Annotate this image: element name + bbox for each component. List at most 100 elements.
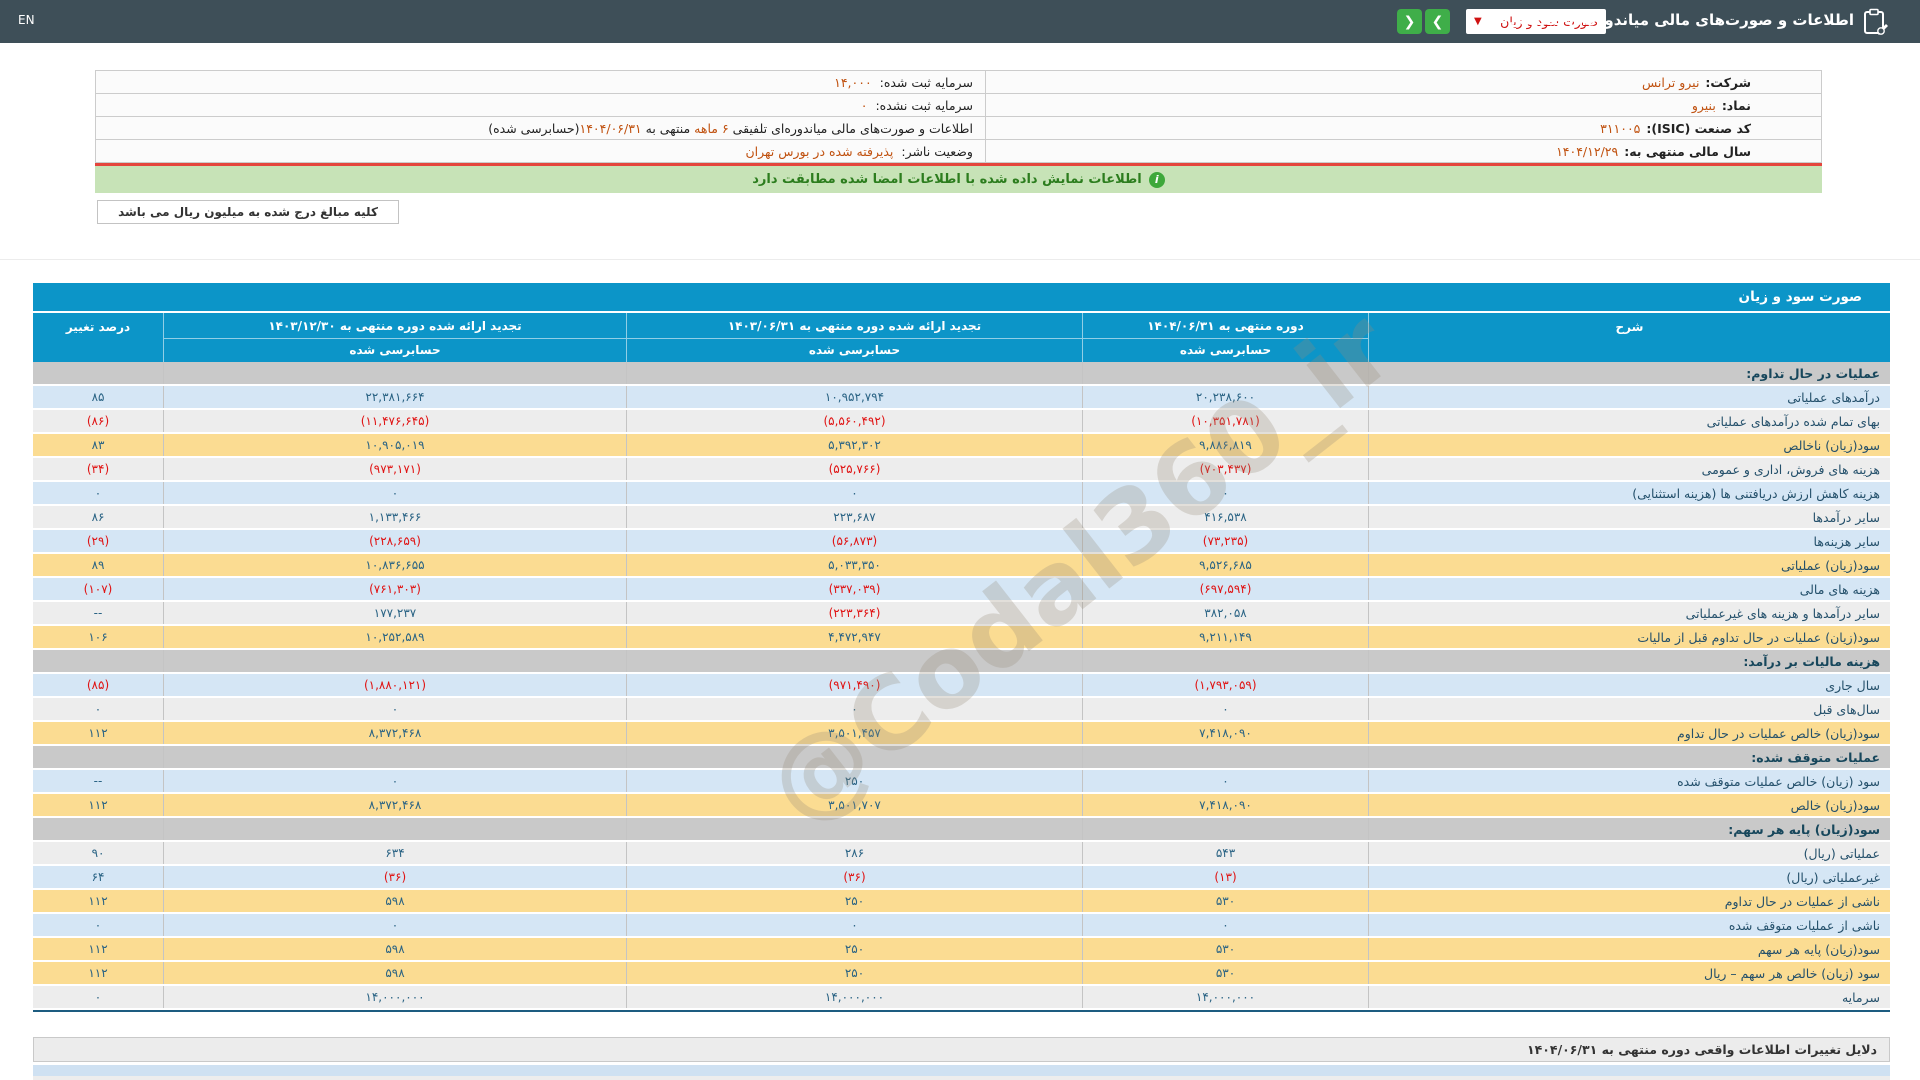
value-change-percent: ۱۱۲ bbox=[33, 890, 163, 912]
value-change-percent: ۰ bbox=[33, 698, 163, 720]
value-restated-fy: ۵۹۸ bbox=[163, 890, 626, 912]
info-value: پذیرفته شده در بورس تهران bbox=[745, 144, 893, 159]
col-header-description: شرح bbox=[1368, 313, 1890, 362]
value-restated-fy bbox=[163, 650, 626, 672]
value-restated-fy: ۱۴,۰۰۰,۰۰۰ bbox=[163, 986, 626, 1008]
row-label: هزینه کاهش ارزش دریافتنی ها (هزینه استثن… bbox=[1368, 482, 1890, 504]
value-current-period: ۷,۴۱۸,۰۹۰ bbox=[1082, 722, 1368, 744]
info-value: ۳۱۱۰۰۵ bbox=[1600, 121, 1640, 136]
value-change-percent bbox=[33, 746, 163, 768]
info-label: کد صنعت (ISIC): bbox=[1646, 121, 1751, 136]
value-restated-h1: (۵۶,۸۷۳) bbox=[626, 530, 1082, 552]
value-current-period: ۹,۸۸۶,۸۱۹ bbox=[1082, 434, 1368, 456]
company-info-cell-right: شرکت:نیرو ترانس bbox=[985, 71, 1821, 93]
company-info-row: کد صنعت (ISIC):۳۱۱۰۰۵اطلاعات و صورت‌های … bbox=[96, 117, 1821, 140]
table-row: سود(زیان) عملیاتی ۹,۵۲۶,۶۸۵ ۵,۰۳۳,۳۵۰ ۱۰… bbox=[33, 554, 1890, 578]
info-label: وضعیت ناشر: bbox=[893, 144, 973, 159]
company-info-cell-right: سال مالی منتهی به:۱۴۰۴/۱۲/۲۹ bbox=[985, 140, 1821, 162]
value-current-period: ۵۴۳ bbox=[1082, 842, 1368, 864]
value-current-period: (۱,۷۹۳,۰۵۹) bbox=[1082, 674, 1368, 696]
col-header-audited-1: حسابرسی شده bbox=[627, 339, 1082, 361]
value-change-percent: ۶۴ bbox=[33, 866, 163, 888]
nav-back-button[interactable]: ❮ bbox=[1397, 9, 1422, 34]
info-value: نیرو ترانس bbox=[1642, 75, 1699, 90]
income-statement-table: صورت سود و زیان شرح دوره منتهی به ۱۴۰۴/۰… bbox=[33, 283, 1890, 1012]
company-info-cell-left: سرمایه ثبت شده: ۱۴,۰۰۰ bbox=[96, 71, 985, 93]
row-label: عملیات در حال تداوم: bbox=[1368, 362, 1890, 384]
table-row: ناشی از عملیات در حال تداوم ۵۳۰ ۲۵۰ ۵۹۸ … bbox=[33, 890, 1890, 914]
info-label: منتهی به bbox=[642, 121, 695, 136]
value-restated-fy: ۱۰,۸۳۶,۶۵۵ bbox=[163, 554, 626, 576]
row-label: بهای تمام شده درآمدهای عملیاتی bbox=[1368, 410, 1890, 432]
chevron-left-icon: ❮ bbox=[1404, 14, 1416, 30]
value-restated-h1: (۵۲۵,۷۶۶) bbox=[626, 458, 1082, 480]
col-header-restated-h1-label: تجدید ارائه شده دوره منتهی به ۱۴۰۳/۰۶/۳۱ bbox=[627, 313, 1082, 339]
value-restated-fy: (۳۶) bbox=[163, 866, 626, 888]
value-current-period: ۲۰,۲۳۸,۶۰۰ bbox=[1082, 386, 1368, 408]
value-current-period: ۹,۵۲۶,۶۸۵ bbox=[1082, 554, 1368, 576]
value-change-percent bbox=[33, 650, 163, 672]
info-label: سرمایه ثبت نشده: bbox=[868, 98, 973, 113]
value-restated-fy: (۱۱,۴۷۶,۶۴۵) bbox=[163, 410, 626, 432]
value-current-period: ۷,۴۱۸,۰۹۰ bbox=[1082, 794, 1368, 816]
changes-reason-section-bar: دلایل تغییرات اطلاعات واقعی دوره منتهی ب… bbox=[33, 1037, 1890, 1062]
chevron-right-icon: ❯ bbox=[1432, 14, 1444, 30]
table-row: هزینه های فروش، اداری و عمومی (۷۰۳,۴۳۷) … bbox=[33, 458, 1890, 482]
table-row: سود(زیان) پایه هر سهم: bbox=[33, 818, 1890, 842]
value-restated-fy: (۷۶۱,۳۰۳) bbox=[163, 578, 626, 600]
table-row: هزینه مالیات بر درآمد: bbox=[33, 650, 1890, 674]
row-label: سود(زیان) خالص عملیات در حال تداوم bbox=[1368, 722, 1890, 744]
row-label: هزینه های مالی bbox=[1368, 578, 1890, 600]
value-change-percent: ۱۰۶ bbox=[33, 626, 163, 648]
company-info-row: شرکت:نیرو ترانسسرمایه ثبت شده: ۱۴,۰۰۰ bbox=[96, 71, 1821, 94]
footer-partial-row-blue bbox=[33, 1063, 1890, 1076]
row-label: هزینه های فروش، اداری و عمومی bbox=[1368, 458, 1890, 480]
row-label: هزینه مالیات بر درآمد: bbox=[1368, 650, 1890, 672]
table-row: سایر درآمدها ۴۱۶,۵۳۸ ۲۲۳,۶۸۷ ۱,۱۳۳,۴۶۶ ۸… bbox=[33, 506, 1890, 530]
value-restated-fy: (۲۲۸,۶۵۹) bbox=[163, 530, 626, 552]
value-change-percent: ۱۱۲ bbox=[33, 722, 163, 744]
table-row: عملیات متوقف شده: bbox=[33, 746, 1890, 770]
info-value: ۶ ماهه bbox=[694, 121, 729, 136]
company-info-cell-left: وضعیت ناشر: پذیرفته شده در بورس تهران bbox=[96, 140, 985, 162]
page-title: اطلاعات و صورت‌های مالی میاندوره‌ای تلفی… bbox=[1518, 11, 1854, 29]
value-restated-h1: (۲۲۳,۳۶۴) bbox=[626, 602, 1082, 624]
value-current-period: (۶۹۷,۵۹۴) bbox=[1082, 578, 1368, 600]
value-restated-fy: ۵۹۸ bbox=[163, 962, 626, 984]
info-label: سال مالی منتهی به: bbox=[1624, 144, 1751, 159]
value-restated-h1: ۲۸۶ bbox=[626, 842, 1082, 864]
value-restated-fy: (۱,۸۸۰,۱۲۱) bbox=[163, 674, 626, 696]
statement-header-row: شرح دوره منتهی به ۱۴۰۴/۰۶/۳۱ حسابرسی شده… bbox=[33, 313, 1890, 362]
value-restated-h1: (۳۳۷,۰۳۹) bbox=[626, 578, 1082, 600]
value-restated-h1: ۳,۵۰۱,۴۵۷ bbox=[626, 722, 1082, 744]
language-toggle[interactable]: EN bbox=[18, 13, 35, 27]
value-restated-fy: ۱۷۷,۲۳۷ bbox=[163, 602, 626, 624]
company-info-row: نماد:بنیروسرمایه ثبت نشده: ۰ bbox=[96, 94, 1821, 117]
value-restated-fy: ۰ bbox=[163, 770, 626, 792]
table-row: سود(زیان) ناخالص ۹,۸۸۶,۸۱۹ ۵,۳۹۲,۳۰۲ ۱۰,… bbox=[33, 434, 1890, 458]
col-header-audited-2: حسابرسی شده bbox=[164, 339, 626, 361]
table-row: هزینه کاهش ارزش دریافتنی ها (هزینه استثن… bbox=[33, 482, 1890, 506]
value-change-percent bbox=[33, 362, 163, 384]
value-restated-fy: ۰ bbox=[163, 482, 626, 504]
table-row: بهای تمام شده درآمدهای عملیاتی (۱۰,۳۵۱,۷… bbox=[33, 410, 1890, 434]
table-row: سود(زیان) پایه هر سهم ۵۳۰ ۲۵۰ ۵۹۸ ۱۱۲ bbox=[33, 938, 1890, 962]
value-restated-fy: (۹۷۳,۱۷۱) bbox=[163, 458, 626, 480]
value-current-period bbox=[1082, 650, 1368, 672]
nav-forward-button[interactable]: ❯ bbox=[1425, 9, 1450, 34]
value-change-percent bbox=[33, 818, 163, 840]
value-restated-h1 bbox=[626, 650, 1082, 672]
value-change-percent: (۱۰۷) bbox=[33, 578, 163, 600]
value-change-percent: ۱۱۲ bbox=[33, 794, 163, 816]
value-change-percent: (۸۶) bbox=[33, 410, 163, 432]
row-label: سال‌های قبل bbox=[1368, 698, 1890, 720]
row-label: عملیات متوقف شده: bbox=[1368, 746, 1890, 768]
info-value: ۱۴۰۴/۰۶/۳۱ bbox=[580, 121, 642, 136]
row-label: ناشی از عملیات در حال تداوم bbox=[1368, 890, 1890, 912]
row-label: سایر هزینه‌ها bbox=[1368, 530, 1890, 552]
table-row: هزینه های مالی (۶۹۷,۵۹۴) (۳۳۷,۰۳۹) (۷۶۱,… bbox=[33, 578, 1890, 602]
value-change-percent: ۰ bbox=[33, 986, 163, 1008]
row-label: سود(زیان) پایه هر سهم bbox=[1368, 938, 1890, 960]
value-current-period: ۵۳۰ bbox=[1082, 962, 1368, 984]
value-restated-h1: (۹۷۱,۴۹۰) bbox=[626, 674, 1082, 696]
